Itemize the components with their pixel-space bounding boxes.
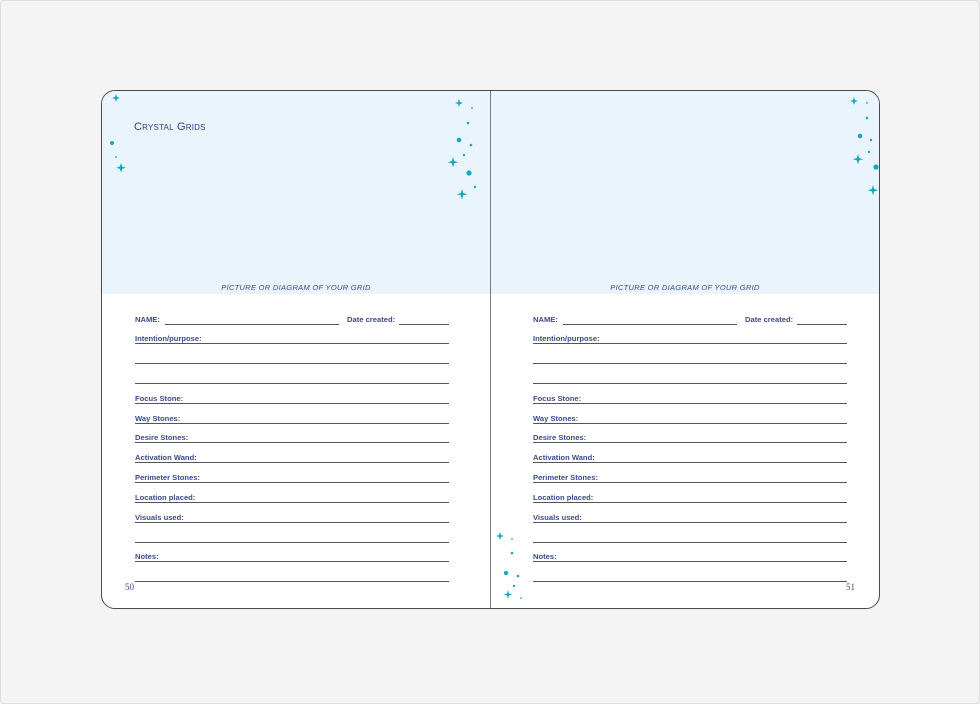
desire-label: Desire Stones:: [135, 433, 191, 442]
intention-line-2[interactable]: [135, 352, 449, 364]
way-line: [135, 423, 449, 424]
focus-stone-field[interactable]: Focus Stone:: [533, 392, 847, 404]
blank-line: [533, 363, 847, 364]
notes-line: [135, 561, 449, 562]
way-label: Way Stones:: [533, 414, 581, 423]
blank-line: [533, 581, 847, 582]
way-stones-field[interactable]: Way Stones:: [135, 412, 449, 424]
notes-label: Notes:: [135, 552, 161, 561]
focus-stone-field[interactable]: Focus Stone:: [135, 392, 449, 404]
way-stones-field[interactable]: Way Stones:: [533, 412, 847, 424]
date-label: Date created:: [745, 315, 796, 324]
notes-line-2[interactable]: [135, 570, 449, 582]
date-line: [399, 324, 449, 325]
date-line: [797, 324, 847, 325]
perimeter-line: [135, 482, 449, 483]
visuals-field[interactable]: Visuals used:: [533, 511, 847, 523]
location-label: Location placed:: [533, 493, 596, 502]
blank-line: [135, 542, 449, 543]
page-number: 51: [846, 582, 855, 592]
date-label: Date created:: [347, 315, 398, 324]
location-line: [533, 502, 847, 503]
sparkle-icon: [110, 94, 477, 200]
perimeter-stones-field[interactable]: Perimeter Stones:: [135, 471, 449, 483]
intention-field[interactable]: Intention/purpose:: [135, 332, 449, 344]
way-label: Way Stones:: [135, 414, 183, 423]
desire-label: Desire Stones:: [533, 433, 589, 442]
intention-label: Intention/purpose:: [135, 334, 204, 343]
visuals-line-2[interactable]: [135, 531, 449, 543]
grid-drawing-area[interactable]: Crystal Grids PICTURE OR DIAGRAM OF YOUR…: [102, 91, 490, 294]
visuals-line: [135, 522, 449, 523]
wand-label: Activation Wand:: [533, 453, 597, 462]
location-label: Location placed:: [135, 493, 198, 502]
intention-line: [533, 343, 847, 344]
name-line: [165, 324, 339, 325]
blank-line: [135, 383, 449, 384]
visuals-field[interactable]: Visuals used:: [135, 511, 449, 523]
right-page: PICTURE OR DIAGRAM OF YOUR GRID NAME: Da…: [491, 91, 879, 608]
location-field[interactable]: Location placed:: [135, 491, 449, 503]
intention-label: Intention/purpose:: [533, 334, 602, 343]
focus-label: Focus Stone:: [135, 394, 186, 403]
left-page: Crystal Grids PICTURE OR DIAGRAM OF YOUR…: [102, 91, 490, 608]
perimeter-label: Perimeter Stones:: [135, 473, 202, 482]
blank-line: [533, 542, 847, 543]
intention-field[interactable]: Intention/purpose:: [533, 332, 847, 344]
notes-label: Notes:: [533, 552, 559, 561]
notes-line-2[interactable]: [533, 570, 847, 582]
notes-field[interactable]: Notes:: [135, 550, 449, 562]
wand-line: [533, 462, 847, 463]
way-line: [533, 423, 847, 424]
intention-line-3[interactable]: [135, 372, 449, 384]
drawing-caption: PICTURE OR DIAGRAM OF YOUR GRID: [221, 283, 371, 292]
wand-line: [135, 462, 449, 463]
blank-line: [135, 581, 449, 582]
perimeter-label: Perimeter Stones:: [533, 473, 600, 482]
blank-line: [533, 383, 847, 384]
location-field[interactable]: Location placed:: [533, 491, 847, 503]
name-line: [563, 324, 737, 325]
perimeter-line: [533, 482, 847, 483]
desire-line: [135, 442, 449, 443]
wand-label: Activation Wand:: [135, 453, 199, 462]
activation-wand-field[interactable]: Activation Wand:: [533, 451, 847, 463]
notes-field[interactable]: Notes:: [533, 550, 847, 562]
perimeter-stones-field[interactable]: Perimeter Stones:: [533, 471, 847, 483]
blank-line: [135, 363, 449, 364]
desire-line: [533, 442, 847, 443]
journal-spread: Crystal Grids PICTURE OR DIAGRAM OF YOUR…: [101, 90, 880, 609]
intention-line: [135, 343, 449, 344]
name-field[interactable]: NAME: Date created:: [533, 313, 847, 325]
desire-stones-field[interactable]: Desire Stones:: [135, 431, 449, 443]
focus-label: Focus Stone:: [533, 394, 584, 403]
notes-line: [533, 561, 847, 562]
name-label: NAME:: [533, 315, 560, 324]
visuals-label: Visuals used:: [135, 513, 186, 522]
visuals-line-2[interactable]: [533, 531, 847, 543]
desire-stones-field[interactable]: Desire Stones:: [533, 431, 847, 443]
visuals-label: Visuals used:: [533, 513, 584, 522]
intention-line-2[interactable]: [533, 352, 847, 364]
focus-line: [533, 403, 847, 404]
page-number: 50: [125, 582, 134, 592]
name-label: NAME:: [135, 315, 162, 324]
focus-line: [135, 403, 449, 404]
activation-wand-field[interactable]: Activation Wand:: [135, 451, 449, 463]
intention-line-3[interactable]: [533, 372, 847, 384]
name-field[interactable]: NAME: Date created:: [135, 313, 449, 325]
visuals-line: [533, 522, 847, 523]
location-line: [135, 502, 449, 503]
